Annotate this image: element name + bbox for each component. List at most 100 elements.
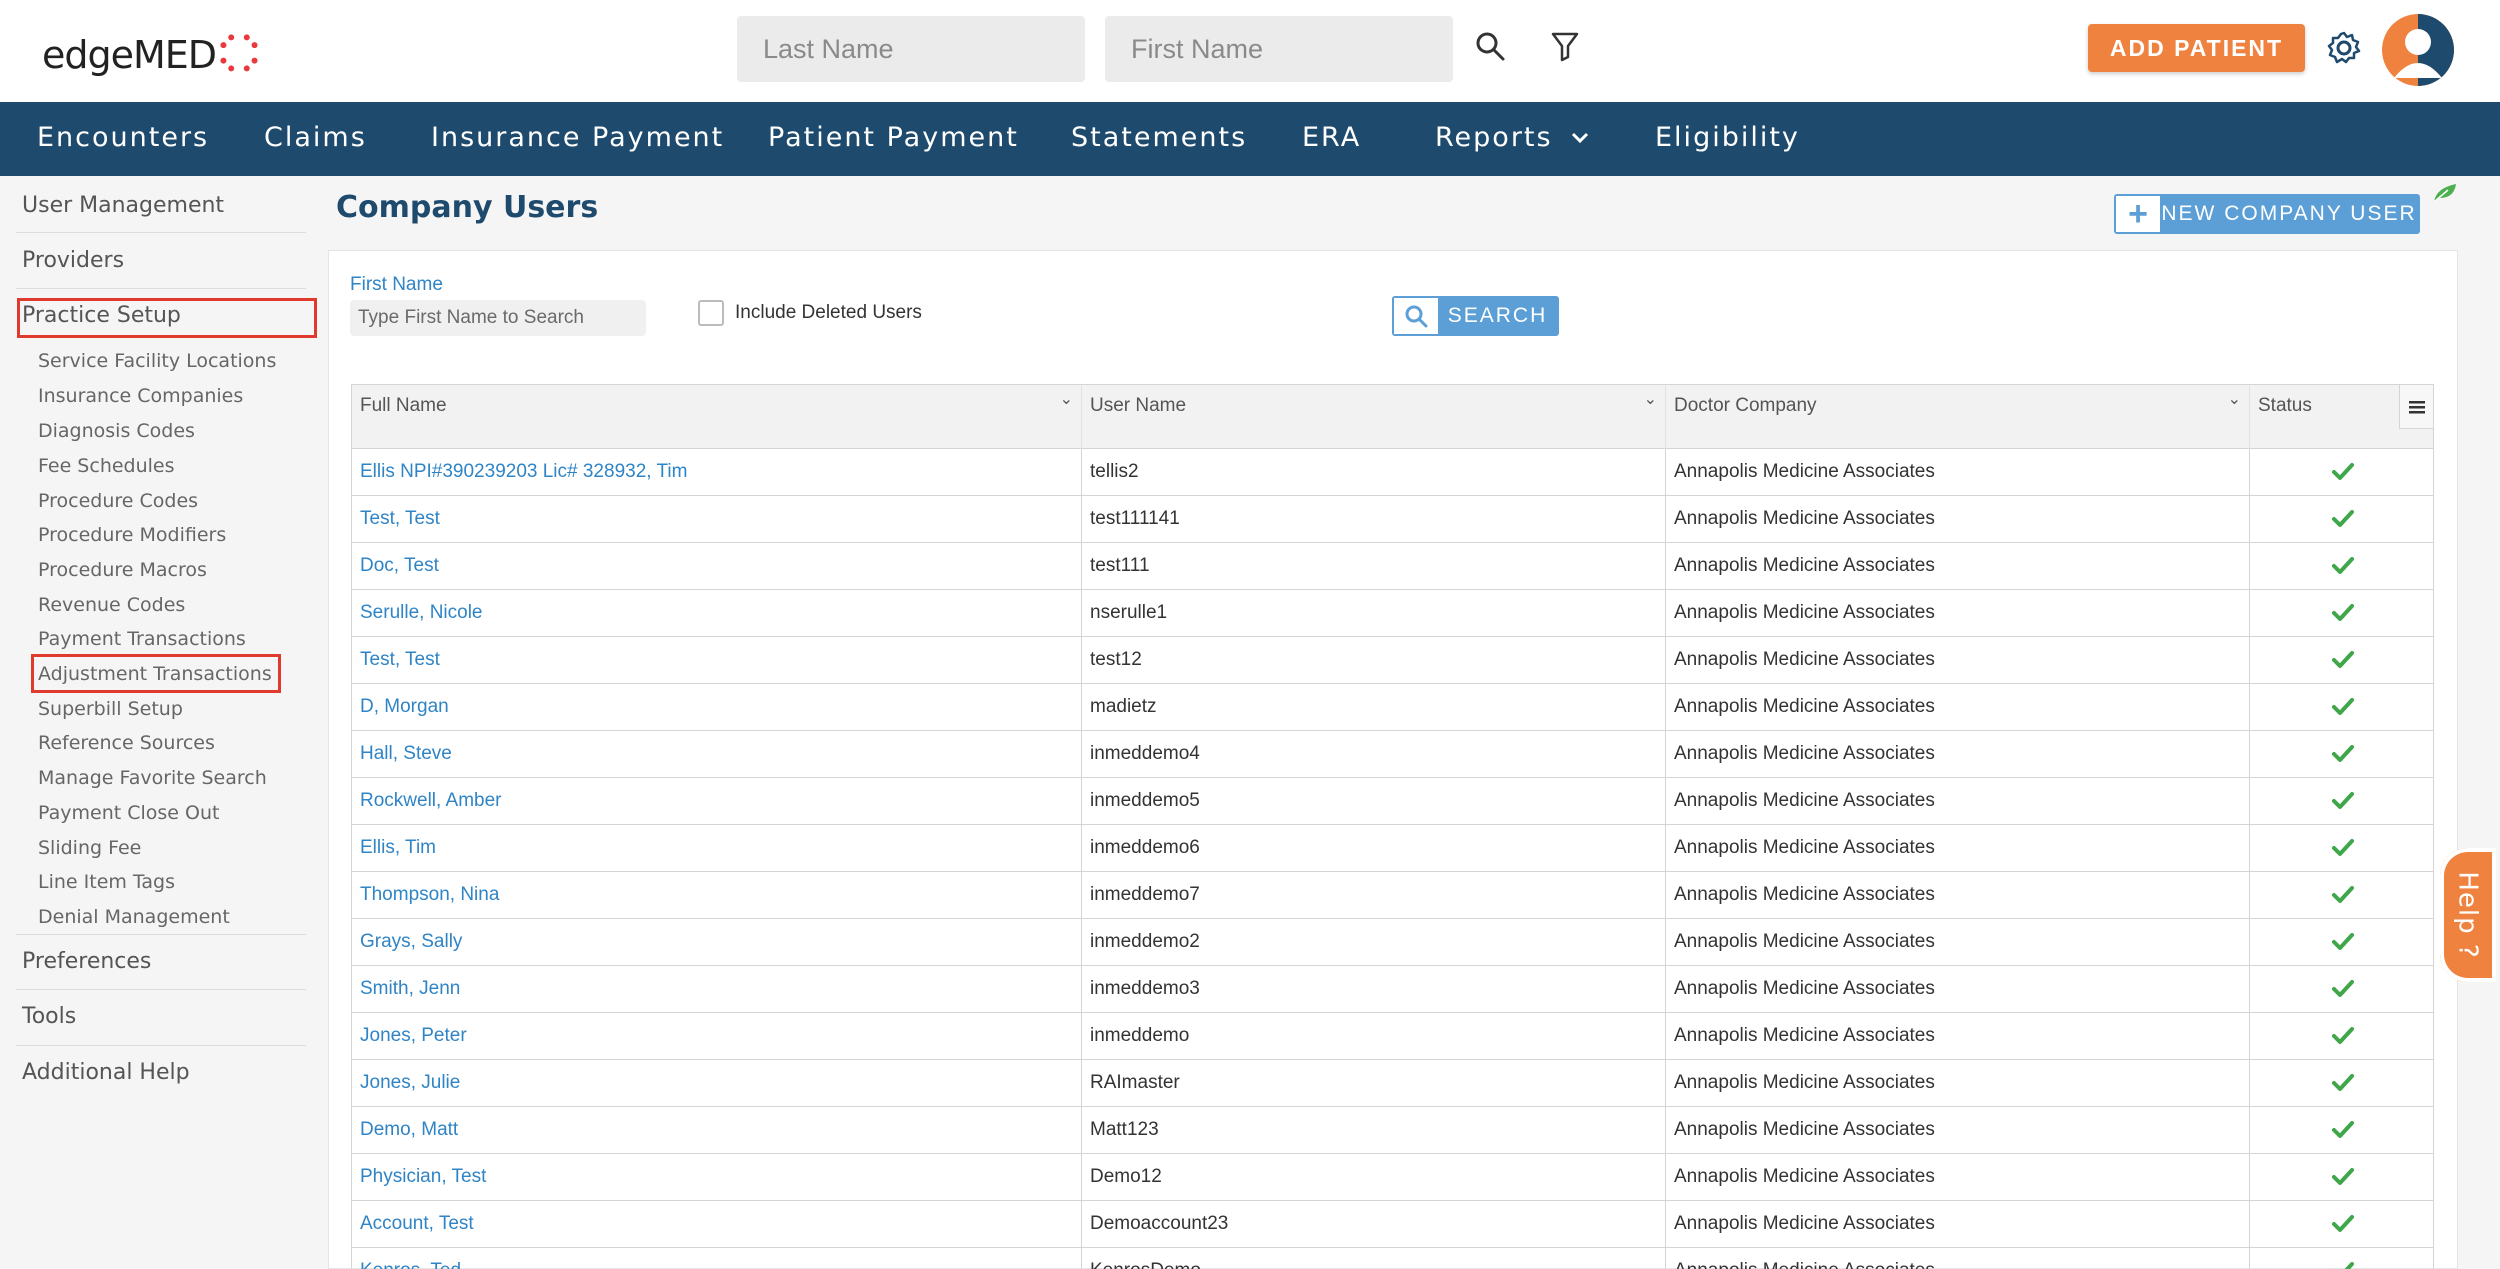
user-full-name-link[interactable]: Physician, Test (352, 1154, 1082, 1200)
user-full-name-link[interactable]: Serulle, Nicole (352, 590, 1082, 636)
status-cell (2250, 590, 2435, 636)
chevron-down-icon[interactable]: ⌄ (2228, 389, 2241, 409)
user-full-name-link[interactable]: Smith, Jenn (352, 966, 1082, 1012)
table-row[interactable]: Ellis NPI#390239203 Lic# 328932, Tim tell… (352, 449, 2433, 496)
sidebar-item-fee-schedules[interactable]: Fee Schedules (38, 455, 175, 477)
sidebar-item-diagnosis-codes[interactable]: Diagnosis Codes (38, 420, 195, 442)
sidebar-item-procedure-macros[interactable]: Procedure Macros (38, 559, 207, 581)
sidebar-item-manage-favorite-search[interactable]: Manage Favorite Search (38, 767, 267, 789)
include-deleted-checkbox[interactable] (698, 300, 724, 326)
nav-era[interactable]: ERA (1302, 122, 1361, 153)
sidebar-item-procedure-modifiers[interactable]: Procedure Modifiers (38, 524, 226, 546)
user-full-name-link[interactable]: Jones, Julie (352, 1060, 1082, 1106)
user-full-name-link[interactable]: Hall, Steve (352, 731, 1082, 777)
user-full-name-link[interactable]: Test, Test (352, 637, 1082, 683)
sidebar-item-superbill-setup[interactable]: Superbill Setup (38, 698, 183, 720)
filter-icon[interactable] (1545, 26, 1585, 66)
nav-claims[interactable]: Claims (264, 122, 367, 153)
table-row[interactable]: Kenros, TedKenrosDemoAnnapolis Medicine … (352, 1248, 2433, 1269)
first-name-search-input[interactable] (350, 300, 646, 336)
sidebar-item-line-item-tags[interactable]: Line Item Tags (38, 871, 175, 893)
user-full-name-link[interactable]: D, Morgan (352, 684, 1082, 730)
avatar[interactable] (2382, 14, 2454, 86)
column-header-full-name[interactable]: Full Name ⌄ (352, 385, 1082, 449)
nav-eligibility[interactable]: Eligibility (1655, 122, 1800, 153)
user-full-name-link[interactable]: Grays, Sally (352, 919, 1082, 965)
sidebar-item-revenue-codes[interactable]: Revenue Codes (38, 594, 185, 616)
edgemed-logo[interactable]: edgeMED (42, 30, 260, 80)
sidebar-preferences[interactable]: Preferences (22, 949, 151, 974)
sidebar-item-procedure-codes[interactable]: Procedure Codes (38, 490, 198, 512)
table-row[interactable]: Thompson, Nina inmeddemo7 Annapolis Medici… (352, 872, 2433, 919)
table-row[interactable]: Serulle, Nicole nserulle1 Annapolis Medici… (352, 590, 2433, 637)
search-icon[interactable] (1470, 26, 1510, 66)
sidebar-item-payment-close-out[interactable]: Payment Close Out (38, 802, 219, 824)
table-row[interactable]: D, Morgan madietz Annapolis Medicine Assoc… (352, 684, 2433, 731)
user-full-name-link[interactable]: Jones, Peter (352, 1013, 1082, 1059)
table-row[interactable]: Test, Test test111141 Annapolis Medicine A… (352, 496, 2433, 543)
user-name-cell: Demo12 (1082, 1154, 1666, 1200)
nav-statements[interactable]: Statements (1071, 122, 1247, 153)
user-full-name-link[interactable]: Doc, Test (352, 543, 1082, 589)
table-row[interactable]: Rockwell, Amber inmeddemo5 Annapolis Medic… (352, 778, 2433, 825)
sidebar-item-adjustment-transactions[interactable]: Adjustment Transactions (38, 663, 272, 685)
table-row[interactable]: Doc, Test test111 Annapolis Medicine Assoc… (352, 543, 2433, 590)
sidebar-item-insurance-companies[interactable]: Insurance Companies (38, 385, 243, 407)
column-header-user-name[interactable]: User Name ⌄ (1082, 385, 1666, 449)
column-menu-icon[interactable] (2399, 385, 2433, 429)
user-full-name-link[interactable]: Ellis, Tim (352, 825, 1082, 871)
table-row[interactable]: Smith, Jenn inmeddemo3 Annapolis Medicine … (352, 966, 2433, 1013)
sidebar-divider (16, 934, 306, 935)
search-button[interactable]: SEARCH (1392, 296, 1559, 336)
sidebar-item-reference-sources[interactable]: Reference Sources (38, 732, 215, 754)
sidebar-user-management[interactable]: User Management (22, 193, 224, 218)
sidebar-practice-setup[interactable]: Practice Setup (22, 303, 181, 328)
user-full-name-link[interactable]: Test, Test (352, 496, 1082, 542)
nav-insurance-payment[interactable]: Insurance Payment (431, 122, 724, 153)
sidebar-providers[interactable]: Providers (22, 248, 124, 273)
nav-reports[interactable]: Reports (1435, 122, 1589, 153)
table-row[interactable]: Grays, Sally inmeddemo2 Annapolis Medicine… (352, 919, 2433, 966)
table-row[interactable]: Hall, Steve inmeddemo4 Annapolis Medicine … (352, 731, 2433, 778)
nav-patient-payment[interactable]: Patient Payment (768, 122, 1019, 153)
doctor-company-cell: Annapolis Medicine Associates (1666, 825, 2250, 871)
first-name-input[interactable] (1105, 16, 1453, 82)
new-company-user-button[interactable]: + NEW COMPANY USER (2114, 194, 2420, 234)
sidebar-tools[interactable]: Tools (22, 1004, 76, 1029)
table-row[interactable]: Ellis, Tim inmeddemo6 Annapolis Medicine A… (352, 825, 2433, 872)
table-row[interactable]: Test, Test test12 Annapolis Medicine Assoc… (352, 637, 2433, 684)
last-name-input[interactable] (737, 16, 1085, 82)
doctor-company-cell: Annapolis Medicine Associates (1666, 872, 2250, 918)
sidebar-item-denial-management[interactable]: Denial Management (38, 906, 230, 928)
user-full-name-link[interactable]: Demo, Matt (352, 1107, 1082, 1153)
table-row[interactable]: Jones, Peter inmeddemo Annapolis Medicine … (352, 1013, 2433, 1060)
sidebar-item-service-facility-locations[interactable]: Service Facility Locations (38, 350, 276, 372)
chevron-down-icon[interactable]: ⌄ (1644, 389, 1657, 409)
user-full-name-link[interactable]: Ellis NPI#390239203 Lic# 328932, Tim (352, 449, 1082, 495)
checkmark-icon (2331, 463, 2354, 480)
gear-icon[interactable] (2324, 28, 2364, 68)
column-header-status[interactable]: Status (2250, 385, 2400, 449)
status-cell (2250, 1248, 2435, 1269)
chevron-down-icon[interactable]: ⌄ (1060, 389, 1073, 409)
user-full-name-link[interactable]: Rockwell, Amber (352, 778, 1082, 824)
table-row[interactable]: Jones, Julie RAImaster Annapolis Medicine … (352, 1060, 2433, 1107)
add-patient-button[interactable]: ADD PATIENT (2088, 24, 2305, 72)
nav-encounters[interactable]: Encounters (37, 122, 209, 153)
status-cell (2250, 637, 2435, 683)
help-tab[interactable]: Help ? (2440, 848, 2496, 982)
user-full-name-link[interactable]: Thompson, Nina (352, 872, 1082, 918)
table-row[interactable]: Physician, Test Demo12 Annapolis Medicine … (352, 1154, 2433, 1201)
status-cell (2250, 825, 2435, 871)
sidebar-item-payment-transactions[interactable]: Payment Transactions (38, 628, 246, 650)
table-row[interactable]: Demo, Matt Matt123 Annapolis Medicine Asso… (352, 1107, 2433, 1154)
user-name-cell: nserulle1 (1082, 590, 1666, 636)
checkmark-icon (2331, 1121, 2354, 1138)
column-header-doctor-company[interactable]: Doctor Company ⌄ (1666, 385, 2250, 449)
sidebar-additional-help[interactable]: Additional Help (22, 1060, 190, 1085)
table-row[interactable]: Account, Test Demoaccount23 Annapolis Medi… (352, 1201, 2433, 1248)
sidebar-item-sliding-fee[interactable]: Sliding Fee (38, 837, 141, 859)
user-full-name-link[interactable]: Account, Test (352, 1201, 1082, 1247)
user-full-name-link[interactable]: Kenros, Ted (352, 1248, 1082, 1269)
doctor-company-cell: Annapolis Medicine Associates (1666, 731, 2250, 777)
